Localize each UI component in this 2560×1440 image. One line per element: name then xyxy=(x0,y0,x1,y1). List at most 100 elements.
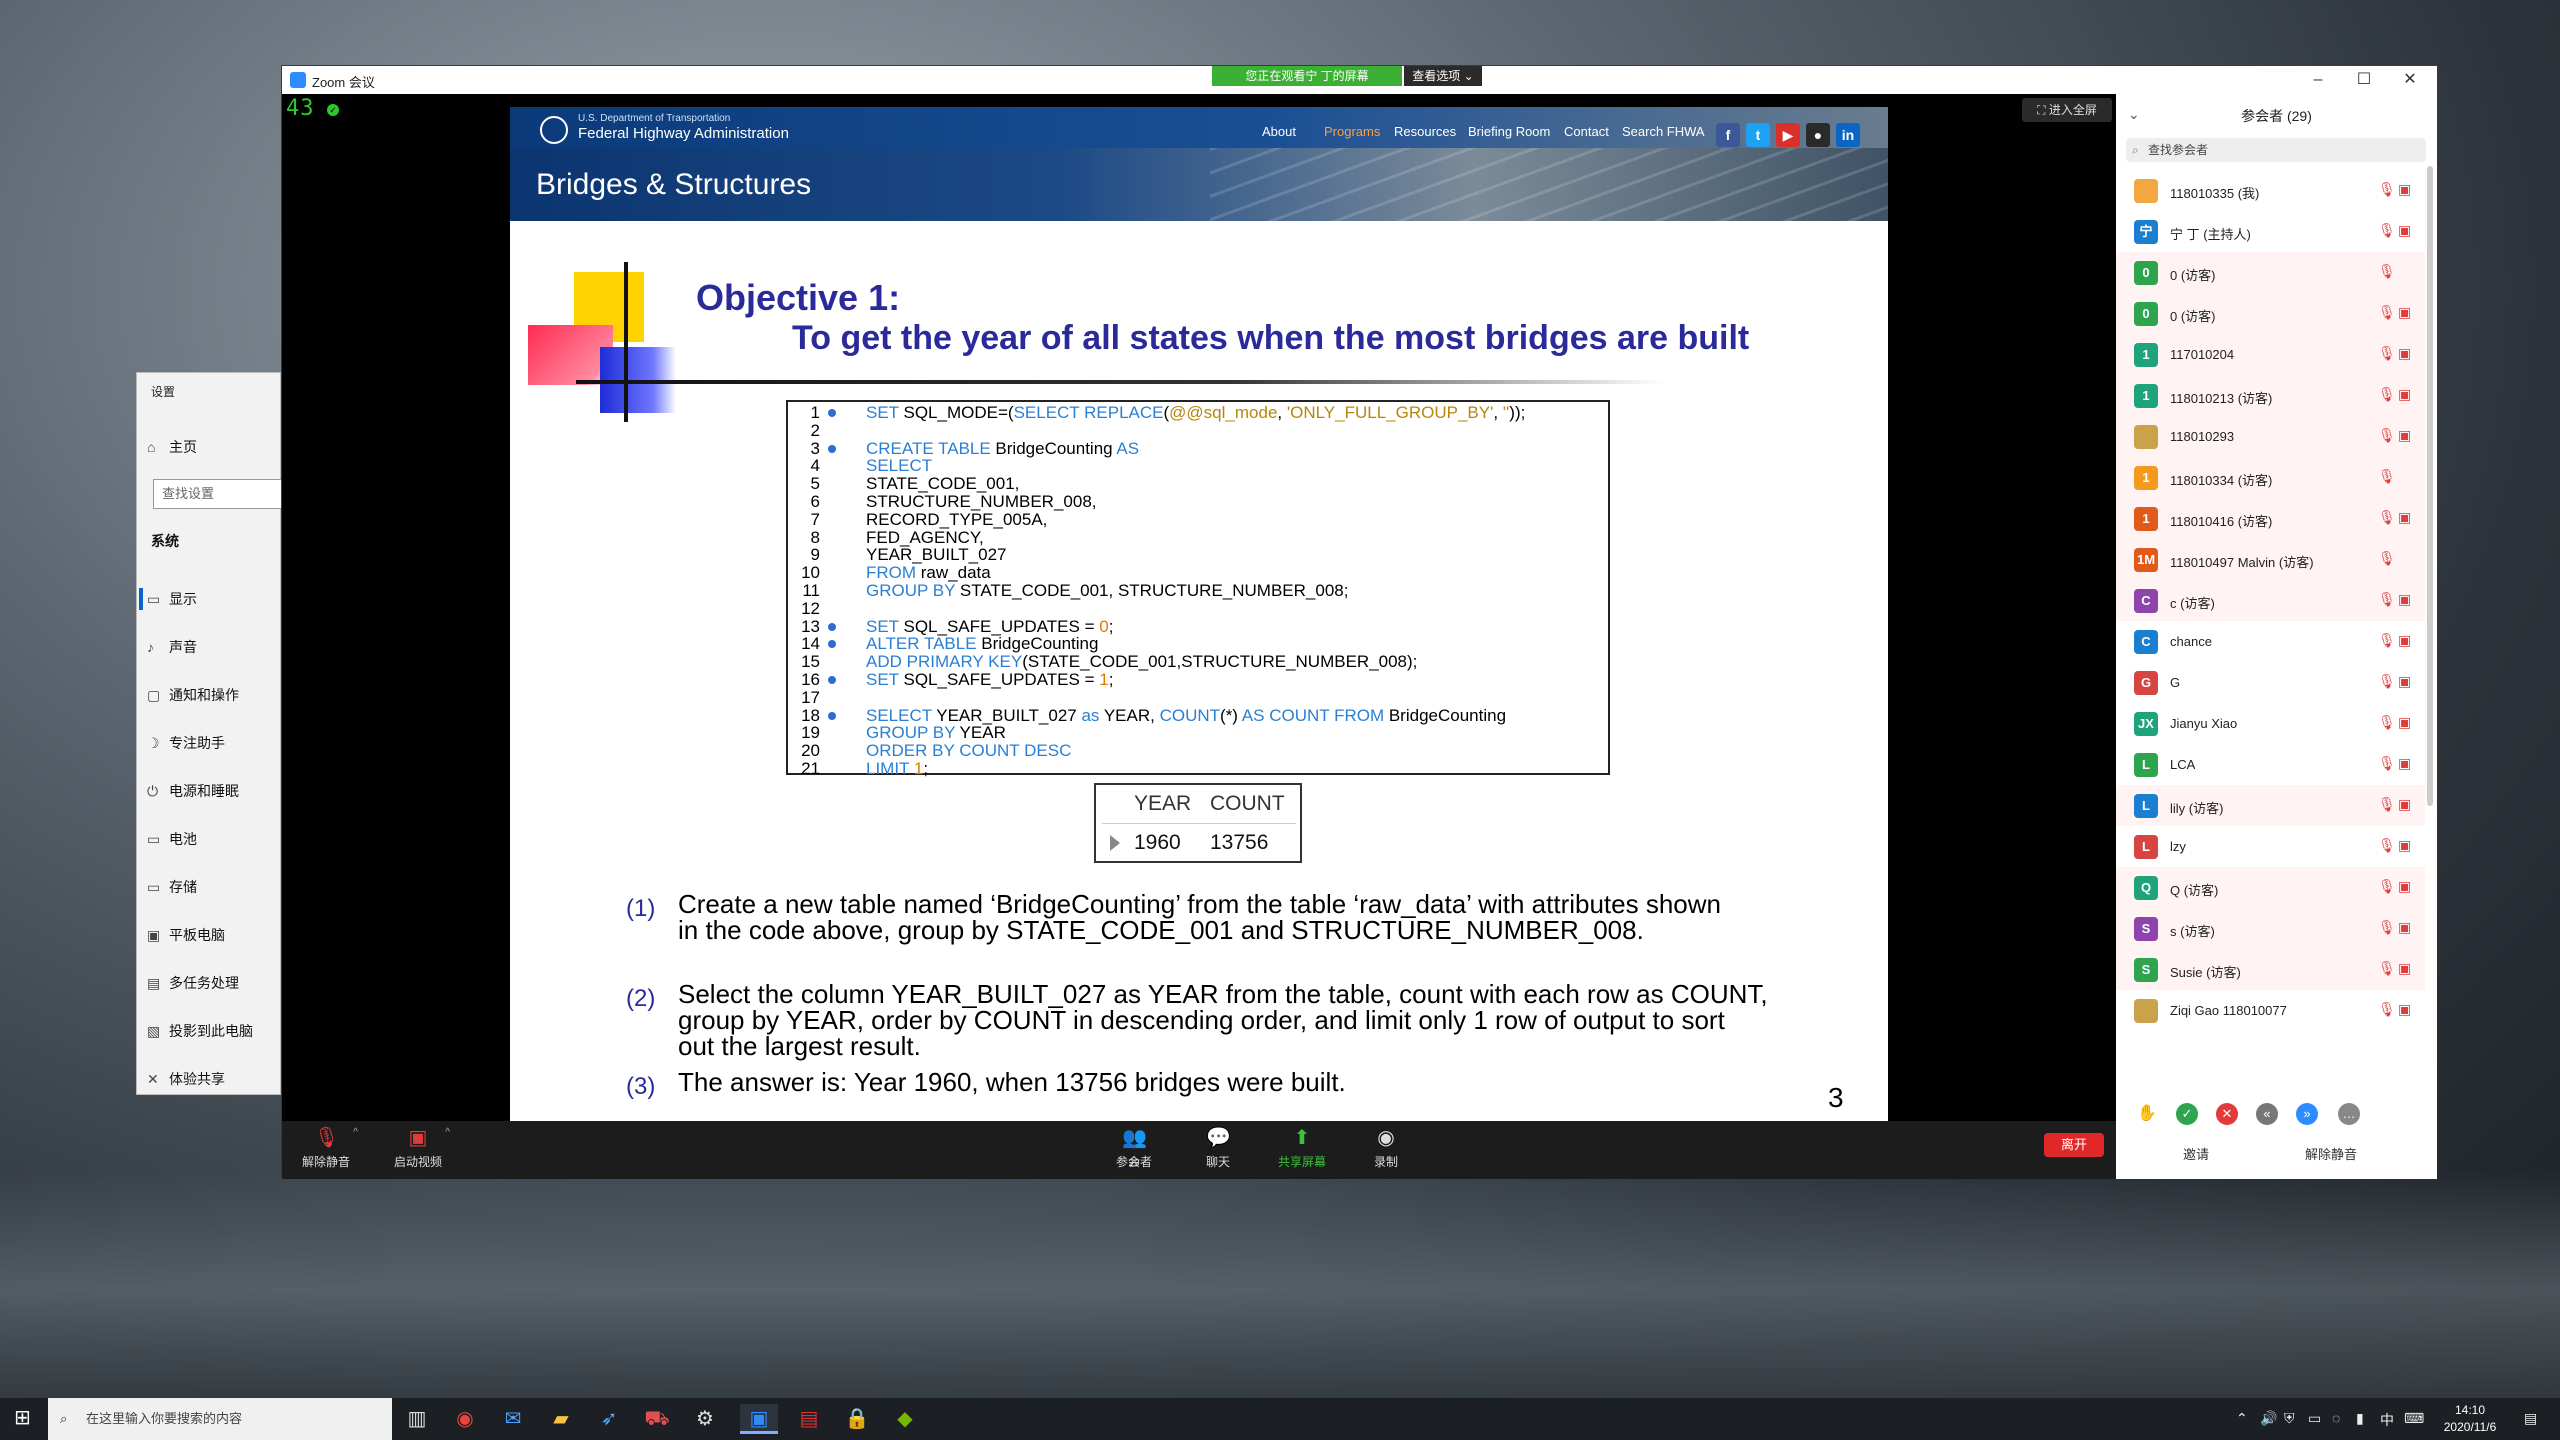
no-icon[interactable]: ✕ xyxy=(2216,1103,2238,1125)
volume-icon[interactable]: 🔊 xyxy=(2260,1410,2277,1427)
participant-row[interactable]: Q Q (访客) 🎙 ▣ xyxy=(2116,867,2425,908)
line-number: 16 xyxy=(801,670,820,689)
avatar: S xyxy=(2134,917,2158,941)
participant-name: LCA xyxy=(2170,757,2196,772)
participants-button[interactable]: 👥29 参会者 xyxy=(1094,1127,1174,1175)
yes-icon[interactable]: ✓ xyxy=(2176,1103,2198,1125)
task-view-icon[interactable]: ▥ xyxy=(398,1404,436,1434)
feather-app-icon[interactable]: ➶ xyxy=(590,1404,628,1434)
item-1-line-2: in the code above, group by STATE_CODE_0… xyxy=(678,915,1644,945)
participant-search-input[interactable]: ⌕ 查找参会者 xyxy=(2126,138,2426,162)
settings-search-input[interactable]: 查找设置 xyxy=(153,479,282,509)
participant-row[interactable]: L LCA 🎙 ▣ xyxy=(2116,744,2425,785)
invite-button[interactable]: 邀请 xyxy=(2166,1142,2226,1168)
settings-item-storage[interactable]: ▭ 存储 xyxy=(147,875,282,899)
record-button[interactable]: ◉ 录制 xyxy=(1346,1127,1426,1175)
network-icon[interactable]: ▭ xyxy=(2308,1410,2321,1427)
participant-row[interactable]: Cchance 🎙 ▣ xyxy=(2116,621,2425,662)
settings-item-battery[interactable]: ▭ 电池 xyxy=(147,827,282,851)
settings-item-sound[interactable]: ♪ 声音 xyxy=(147,635,282,659)
participant-name: Susie (访客) xyxy=(2170,965,2241,980)
muted-mic-icon: 🎙 xyxy=(2378,960,2396,976)
share-screen-button[interactable]: ⬆ 共享屏幕 xyxy=(1262,1127,1342,1175)
unmute-button[interactable]: 🎙 解除静音 ^ xyxy=(286,1127,366,1175)
start-video-button[interactable]: ▣ 启动视频 ^ xyxy=(378,1127,458,1175)
tray-expand-icon[interactable]: ⌃ xyxy=(2236,1410,2248,1427)
participant-name: 118010213 (访客) xyxy=(2170,391,2273,406)
settings-item-focus[interactable]: ☽ 专注助手 xyxy=(147,731,282,755)
windows-start-icon[interactable]: ⊞ xyxy=(14,1408,34,1428)
enter-fullscreen-button[interactable]: ⛶ 进入全屏 xyxy=(2022,98,2112,122)
unmute-all-button[interactable]: 解除静音 xyxy=(2286,1142,2376,1168)
minimize-icon[interactable]: – xyxy=(2295,68,2341,92)
line-number: 12 xyxy=(801,598,820,618)
view-options-button[interactable]: 查看选项 ⌄ xyxy=(1404,66,1482,86)
participant-row[interactable]: 1 118010416 (访客) 🎙 ▣ xyxy=(2116,498,2425,539)
settings-item-power[interactable]: ⏻ 电源和睡眠 xyxy=(147,779,282,803)
more-icon[interactable]: … xyxy=(2338,1103,2360,1125)
settings-home[interactable]: ⌂ 主页 xyxy=(147,435,282,459)
participant-row[interactable]: 1 117010204 🎙 ▣ xyxy=(2116,334,2425,375)
car-app-icon[interactable]: ⛟ xyxy=(638,1404,676,1434)
participant-row[interactable]: 1 118010213 (访客) 🎙 ▣ xyxy=(2116,375,2425,416)
settings-item-tablet[interactable]: ▣ 平板电脑 xyxy=(147,923,282,947)
participant-row[interactable]: JX Jianyu Xiao 🎙 ▣ xyxy=(2116,703,2425,744)
security-icon[interactable]: ⛨ xyxy=(2284,1410,2295,1427)
settings-gear-icon[interactable]: ⚙ xyxy=(686,1404,724,1434)
maximize-icon[interactable]: ☐ xyxy=(2341,68,2387,92)
participant-row[interactable]: 宁宁 丁 (主持人) 🎙 ▣ xyxy=(2116,211,2425,252)
participant-row[interactable]: Cc (访客) 🎙 ▣ xyxy=(2116,580,2425,621)
participant-row[interactable]: 0 0 (访客) 🎙 ▣ xyxy=(2116,293,2425,334)
participant-row[interactable]: Ss (访客) 🎙 ▣ xyxy=(2116,908,2425,949)
participant-row[interactable]: Llily (访客) 🎙 ▣ xyxy=(2116,785,2425,826)
taskbar-clock[interactable]: 14:10 2020/11/6 xyxy=(2430,1402,2510,1436)
go-faster-icon[interactable]: » xyxy=(2296,1103,2318,1125)
raise-hand-icon[interactable]: ✋ xyxy=(2136,1103,2158,1125)
wifi-icon[interactable]: ◌ xyxy=(2332,1410,2340,1426)
settings-item-multitasking[interactable]: ▤ 多任务处理 xyxy=(147,971,282,995)
avatar xyxy=(2134,179,2158,203)
code-line: 4 SELECT xyxy=(788,457,1608,475)
participant-row[interactable]: G G 🎙 ▣ xyxy=(2116,662,2425,703)
participant-row[interactable]: 1 118010334 (访客) 🎙 xyxy=(2116,457,2425,498)
zoom-taskbar-icon[interactable]: ▣ xyxy=(740,1404,778,1434)
file-explorer-icon[interactable]: ▰ xyxy=(542,1404,580,1434)
battery-tray-icon[interactable]: ▮ xyxy=(2356,1410,2364,1427)
go-slower-icon[interactable]: « xyxy=(2256,1103,2278,1125)
nvidia-icon[interactable]: ◆ xyxy=(886,1404,924,1434)
lock-app-icon[interactable]: 🔒 xyxy=(838,1404,876,1434)
audio-options-caret[interactable]: ^ xyxy=(353,1127,358,1138)
settings-item-notifications[interactable]: ▢ 通知和操作 xyxy=(147,683,282,707)
participant-row[interactable]: Llzy 🎙 ▣ xyxy=(2116,826,2425,867)
line-number: 9 xyxy=(810,545,820,565)
participant-list-scrollbar[interactable] xyxy=(2427,166,2433,806)
participant-row[interactable]: 118010335 (我) 🎙 ▣ xyxy=(2116,170,2425,211)
video-options-caret[interactable]: ^ xyxy=(445,1127,450,1138)
line-number: 3 xyxy=(810,438,820,458)
line-number: 14 xyxy=(801,634,820,654)
media-app-icon[interactable]: ▤ xyxy=(790,1404,828,1434)
line-number: 17 xyxy=(801,687,820,707)
settings-item-projecting[interactable]: ▧ 投影到此电脑 xyxy=(147,1019,282,1043)
settings-item-display[interactable]: ▭ 显示 xyxy=(147,587,282,611)
participant-row[interactable]: S Susie (访客) 🎙 ▣ xyxy=(2116,949,2425,990)
notification-center-icon[interactable]: ▤ xyxy=(2524,1410,2537,1427)
participant-row[interactable]: Ziqi Gao 118010077 🎙 ▣ xyxy=(2116,990,2425,1031)
keyboard-icon[interactable]: ⌨ xyxy=(2404,1410,2424,1427)
mail-icon[interactable]: ✉ xyxy=(494,1404,532,1434)
leave-button[interactable]: 离开 xyxy=(2044,1133,2104,1157)
participant-row[interactable]: 1M 118010497 Malvin (访客) 🎙 xyxy=(2116,539,2425,580)
ime-indicator[interactable]: 中 xyxy=(2380,1410,2394,1430)
record-icon: ◉ xyxy=(1377,1127,1395,1149)
participant-row[interactable]: 118010293 🎙 ▣ xyxy=(2116,416,2425,457)
frame-counter: 43 xyxy=(286,96,315,121)
settings-item-shared[interactable]: ✕ 体验共享 xyxy=(147,1067,282,1091)
code-text: SELECT YEAR_BUILT_027 as YEAR, COUNT(*) … xyxy=(866,705,1507,725)
participant-row[interactable]: 0 0 (访客) 🎙 xyxy=(2116,252,2425,293)
avatar: C xyxy=(2134,630,2158,654)
chrome-icon[interactable]: ◉ xyxy=(446,1404,484,1434)
taskbar-search-input[interactable]: ⌕ 在这里输入你要搜索的内容 xyxy=(48,1398,392,1440)
participant-name: 118010334 (访客) xyxy=(2170,473,2273,488)
chat-button[interactable]: 💬 聊天 xyxy=(1178,1127,1258,1175)
close-icon[interactable]: ✕ xyxy=(2387,68,2433,92)
